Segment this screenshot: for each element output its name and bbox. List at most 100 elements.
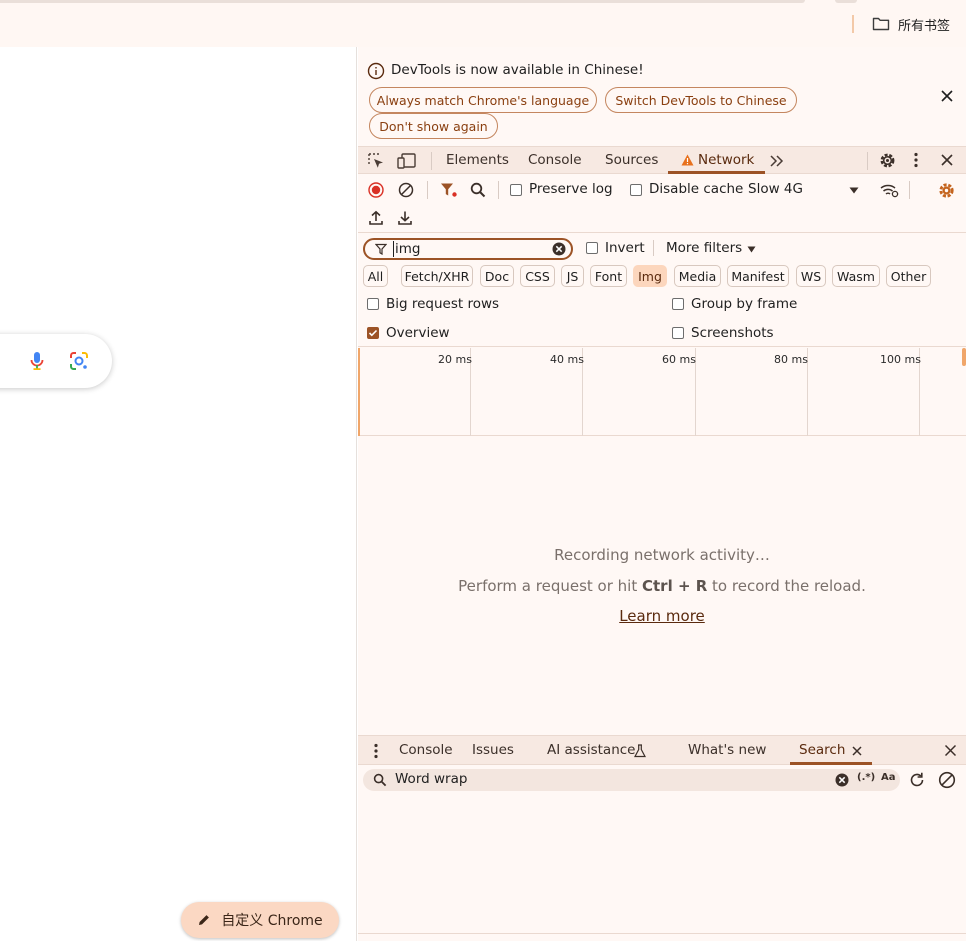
customize-chrome-label: 自定义 Chrome: [221, 913, 323, 929]
export-har-icon[interactable]: [397, 210, 413, 226]
close-drawer-icon[interactable]: [944, 744, 957, 757]
refresh-icon[interactable]: [908, 771, 926, 789]
type-filter-js[interactable]: JS: [561, 265, 584, 287]
type-filter-other[interactable]: Other: [886, 265, 931, 287]
preserve-log-label: Preserve log: [529, 181, 613, 197]
type-filter-manifest[interactable]: Manifest: [727, 265, 789, 287]
type-filter-wasm[interactable]: Wasm: [832, 265, 880, 287]
close-devtools-icon[interactable]: [940, 153, 954, 167]
tab-strip-edge: [835, 0, 857, 3]
clear-icon[interactable]: [398, 182, 414, 198]
pencil-icon: [197, 913, 211, 927]
drawer-tab-whats-new[interactable]: What's new: [688, 742, 766, 758]
google-lens-icon[interactable]: [69, 351, 89, 371]
bookmarks-bar: 所有书签: [0, 0, 966, 47]
timeline-overview[interactable]: 20 ms 40 ms 60 ms 80 ms 100 ms: [358, 348, 966, 436]
inspect-element-icon[interactable]: [367, 152, 385, 170]
recording-hint-prefix: Perform a request or hit: [458, 577, 642, 595]
text-cursor: [393, 241, 394, 257]
drawer-tab-bar: Console Issues AI assistance What's new …: [358, 735, 966, 765]
info-icon: [367, 62, 385, 80]
close-icon[interactable]: [940, 89, 954, 103]
throttling-select[interactable]: Slow 4G: [748, 181, 803, 197]
timeline-tick-label: 80 ms: [774, 353, 808, 366]
network-conditions-icon[interactable]: [879, 181, 899, 199]
switch-to-chinese-button[interactable]: Switch DevTools to Chinese: [605, 87, 797, 113]
devtools-tab-bar: Elements Console Sources Network: [358, 146, 966, 174]
tab-network[interactable]: Network: [698, 152, 754, 168]
filter-input[interactable]: img: [363, 238, 573, 260]
timeline-right-handle[interactable]: [962, 348, 966, 366]
record-stop-icon[interactable]: [368, 182, 384, 198]
close-search-tab-icon[interactable]: [852, 746, 862, 756]
separator: [653, 240, 654, 256]
folder-icon: [872, 16, 890, 32]
type-filter-css[interactable]: CSS: [520, 265, 555, 287]
always-match-language-button[interactable]: Always match Chrome's language: [369, 87, 597, 113]
separator: [498, 181, 499, 199]
all-bookmarks-label: 所有书签: [898, 18, 951, 34]
type-filter-media[interactable]: Media: [674, 265, 721, 287]
network-settings-gear-icon[interactable]: [937, 181, 956, 200]
customize-chrome-button[interactable]: 自定义 Chrome: [181, 902, 339, 938]
separator: [431, 152, 432, 170]
drawer-tab-console[interactable]: Console: [399, 742, 453, 758]
more-tabs-icon[interactable]: [769, 154, 785, 168]
filter-funnel-icon: [375, 243, 387, 255]
import-har-icon[interactable]: [368, 210, 384, 226]
settings-gear-icon[interactable]: [878, 151, 897, 170]
more-filters-dropdown-icon[interactable]: [747, 246, 756, 253]
language-infobar: DevTools is now available in Chinese! Al…: [358, 47, 966, 145]
more-filters-button[interactable]: More filters: [666, 240, 742, 256]
search-box[interactable]: [0, 334, 112, 388]
big-request-rows-checkbox[interactable]: [367, 298, 379, 310]
search-icon[interactable]: [470, 182, 486, 198]
tab-elements[interactable]: Elements: [446, 152, 509, 168]
filter-input-value: img: [395, 241, 421, 257]
match-case-toggle[interactable]: Aa: [881, 772, 896, 783]
bookmarks-separator: [852, 15, 854, 33]
regex-toggle[interactable]: (.*): [857, 772, 875, 783]
type-filter-doc[interactable]: Doc: [480, 265, 514, 287]
filter-icon[interactable]: [440, 182, 458, 198]
dont-show-again-button[interactable]: Don't show again: [369, 113, 498, 139]
learn-more-wrapper: Learn more: [358, 607, 966, 625]
timeline-tick-label: 40 ms: [550, 353, 584, 366]
type-filter-font[interactable]: Font: [590, 265, 627, 287]
recording-hint: Perform a request or hit Ctrl + R to rec…: [358, 577, 966, 595]
timeline-left-handle[interactable]: [358, 348, 360, 436]
type-filter-img[interactable]: Img: [633, 265, 667, 287]
drawer-tab-search[interactable]: Search: [799, 742, 845, 758]
reload-shortcut: Ctrl + R: [642, 577, 708, 595]
active-drawer-tab-indicator: [790, 762, 872, 765]
network-toolbar-secondary: [358, 205, 966, 233]
group-by-frame-checkbox[interactable]: [672, 298, 684, 310]
invert-checkbox[interactable]: [586, 242, 598, 254]
type-filter-ws[interactable]: WS: [796, 265, 826, 287]
clear-search-results-icon[interactable]: [938, 771, 956, 789]
learn-more-link[interactable]: Learn more: [619, 607, 705, 625]
microphone-icon[interactable]: [30, 351, 44, 371]
drawer-tab-issues[interactable]: Issues: [472, 742, 514, 758]
all-bookmarks-button[interactable]: 所有书签: [872, 14, 950, 34]
clear-filter-icon[interactable]: [552, 242, 566, 256]
preserve-log-checkbox[interactable]: [510, 184, 522, 196]
disable-cache-checkbox[interactable]: [630, 184, 642, 196]
overview-checkbox[interactable]: [367, 327, 379, 339]
drawer-tab-ai-assistance[interactable]: AI assistance: [547, 742, 635, 758]
invert-label: Invert: [605, 240, 645, 256]
tab-console[interactable]: Console: [528, 152, 582, 168]
type-filter-fetch-xhr[interactable]: Fetch/XHR: [401, 265, 473, 287]
infobar-message: DevTools is now available in Chinese!: [391, 62, 644, 78]
screenshots-checkbox[interactable]: [672, 327, 684, 339]
recording-hint-suffix: to record the reload.: [707, 577, 866, 595]
search-input[interactable]: Word wrap (.*) Aa: [363, 769, 900, 791]
type-filter-all[interactable]: All: [363, 265, 388, 287]
clear-search-icon[interactable]: [835, 773, 849, 787]
dropdown-arrow-icon[interactable]: [849, 187, 859, 194]
timeline-tick-label: 100 ms: [880, 353, 921, 366]
drawer-menu-icon[interactable]: [373, 743, 379, 759]
tab-sources[interactable]: Sources: [605, 152, 658, 168]
more-options-icon[interactable]: [913, 152, 919, 168]
device-toolbar-icon[interactable]: [397, 152, 417, 170]
